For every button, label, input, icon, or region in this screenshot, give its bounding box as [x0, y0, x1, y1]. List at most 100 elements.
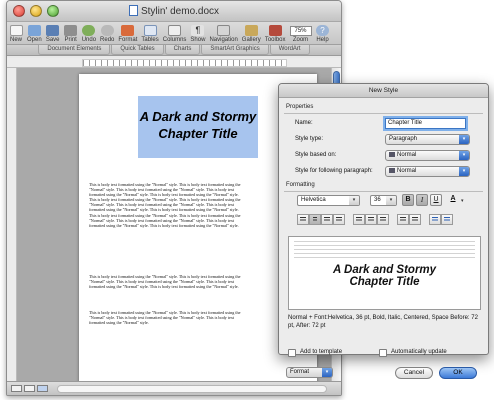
- font-select[interactable]: Helvetica ▾: [297, 195, 360, 206]
- automatically-update-checkbox[interactable]: [379, 349, 387, 357]
- paragraph-style-icon: [389, 168, 395, 173]
- add-to-template-label[interactable]: Add to template: [300, 349, 342, 355]
- align-right-icon: [324, 217, 330, 222]
- body-paragraph: This is body text formatted using the "N…: [89, 182, 241, 228]
- chapter-title[interactable]: A Dark and Stormy Chapter Title: [138, 96, 258, 158]
- redo-icon: [100, 25, 114, 36]
- paragraph-spacing-icon: [412, 217, 418, 222]
- tab-charts[interactable]: Charts: [164, 45, 201, 55]
- outline-view-button[interactable]: [24, 385, 35, 392]
- cancel-button[interactable]: Cancel: [395, 367, 433, 379]
- justify-icon: [336, 217, 342, 222]
- single-space-button[interactable]: [353, 214, 365, 225]
- draft-view-button[interactable]: [11, 385, 22, 392]
- following-style-value: Normal: [397, 168, 417, 174]
- font-color-dropdown-icon[interactable]: ▾: [461, 198, 464, 204]
- new-button[interactable]: New: [9, 25, 23, 44]
- toolbox-button[interactable]: Toolbox: [265, 25, 286, 44]
- elements-gallery-tabs: Document Elements Quick Tables Charts Sm…: [7, 45, 341, 56]
- underline-button[interactable]: U: [430, 194, 442, 206]
- divider: [284, 191, 483, 192]
- tab-quick-tables[interactable]: Quick Tables: [111, 45, 164, 55]
- paragraph-style-icon: [389, 152, 395, 157]
- open-label: Open: [27, 37, 42, 43]
- add-to-template-checkbox[interactable]: [288, 349, 296, 357]
- tables-button[interactable]: Tables: [141, 25, 159, 44]
- dialog-title: New Style: [279, 84, 488, 98]
- double-space-button[interactable]: [377, 214, 389, 225]
- tables-label: Tables: [141, 37, 159, 43]
- window-title-text: Stylin' demo.docx: [140, 6, 220, 17]
- format-menu-button[interactable]: Format ▾: [286, 367, 333, 378]
- tab-document-elements[interactable]: Document Elements: [38, 45, 111, 55]
- increase-indent-button[interactable]: [441, 214, 453, 225]
- align-center-button[interactable]: [309, 214, 321, 225]
- font-size-select[interactable]: 36 ▾: [370, 195, 397, 206]
- line-spacing-icon: [356, 217, 362, 222]
- horizontal-ruler[interactable]: [7, 58, 341, 68]
- tab-wordart[interactable]: WordArt: [269, 45, 310, 55]
- undo-icon: [82, 25, 96, 36]
- style-type-select[interactable]: Paragraph ▾: [385, 134, 470, 145]
- chevron-down-icon: ▾: [386, 196, 396, 205]
- based-on-value: Normal: [397, 152, 417, 158]
- print-layout-view-button[interactable]: [37, 385, 48, 392]
- print-label: Print: [64, 37, 77, 43]
- align-left-button[interactable]: [297, 214, 309, 225]
- status-bar: [7, 381, 341, 395]
- format-label: Format: [118, 37, 138, 43]
- redo-label: Redo: [100, 37, 115, 43]
- bold-button[interactable]: B: [402, 194, 414, 206]
- decrease-indent-button[interactable]: [429, 214, 441, 225]
- space-after-button[interactable]: [409, 214, 421, 225]
- zoom-label: Zoom: [292, 37, 309, 43]
- format-button[interactable]: Format: [118, 25, 137, 44]
- print-button[interactable]: Print: [64, 25, 78, 44]
- formatting-heading: Formatting: [286, 182, 315, 188]
- preview-line1: A Dark and Stormy: [332, 264, 437, 276]
- italic-button[interactable]: I: [416, 194, 428, 206]
- columns-button[interactable]: Columns: [163, 25, 186, 44]
- columns-icon: [168, 25, 182, 36]
- show-button[interactable]: ¶ Show: [190, 25, 205, 44]
- paragraph-spacing-icon: [400, 217, 406, 222]
- toolbox-label: Toolbox: [264, 37, 286, 43]
- format-menu-label: Format: [290, 369, 310, 375]
- chapter-title-line2: Chapter Title: [158, 126, 238, 141]
- preview-line2: Chapter Title: [349, 276, 420, 288]
- body-text[interactable]: This is body text formatted using the "N…: [89, 182, 242, 336]
- ok-button[interactable]: OK: [439, 367, 477, 379]
- style-name-input[interactable]: Chapter Title: [385, 118, 466, 129]
- document-icon: [128, 5, 138, 16]
- gallery-button[interactable]: Gallery: [242, 25, 261, 44]
- chevron-updown-icon: ▾: [322, 368, 332, 377]
- based-on-select[interactable]: Normal ▾: [385, 150, 470, 161]
- justify-button[interactable]: [333, 214, 345, 225]
- open-button[interactable]: Open: [27, 25, 42, 44]
- undo-button[interactable]: Undo: [82, 25, 96, 44]
- vertical-ruler[interactable]: [7, 68, 17, 381]
- navigation-button[interactable]: Navigation: [209, 25, 238, 44]
- help-icon: ?: [316, 25, 329, 36]
- font-value: Helvetica: [301, 197, 326, 203]
- properties-heading: Properties: [286, 104, 314, 110]
- printer-icon: [64, 25, 78, 36]
- standard-toolbar: New Open Save Print Undo Redo Format Tab…: [7, 22, 341, 45]
- save-button[interactable]: Save: [46, 25, 60, 44]
- space-before-button[interactable]: [397, 214, 409, 225]
- following-style-select[interactable]: Normal ▾: [385, 166, 470, 177]
- redo-button[interactable]: Redo: [100, 25, 114, 44]
- gallery-icon: [244, 25, 258, 36]
- zoom-field[interactable]: 75%: [289, 26, 312, 36]
- help-button[interactable]: ? Help: [316, 25, 330, 44]
- zoom-control[interactable]: 75% Zoom: [289, 26, 312, 44]
- automatically-update-label[interactable]: Automatically update: [391, 349, 447, 355]
- horizontal-scrollbar[interactable]: [57, 385, 327, 393]
- tab-smartart[interactable]: SmartArt Graphics: [201, 45, 269, 55]
- font-size-value: 36: [374, 197, 381, 203]
- font-color-button[interactable]: A: [447, 194, 459, 206]
- window-titlebar[interactable]: Stylin' demo.docx: [7, 1, 341, 22]
- one-half-space-button[interactable]: [365, 214, 377, 225]
- following-style-label: Style for following paragraph:: [295, 168, 373, 174]
- align-right-button[interactable]: [321, 214, 333, 225]
